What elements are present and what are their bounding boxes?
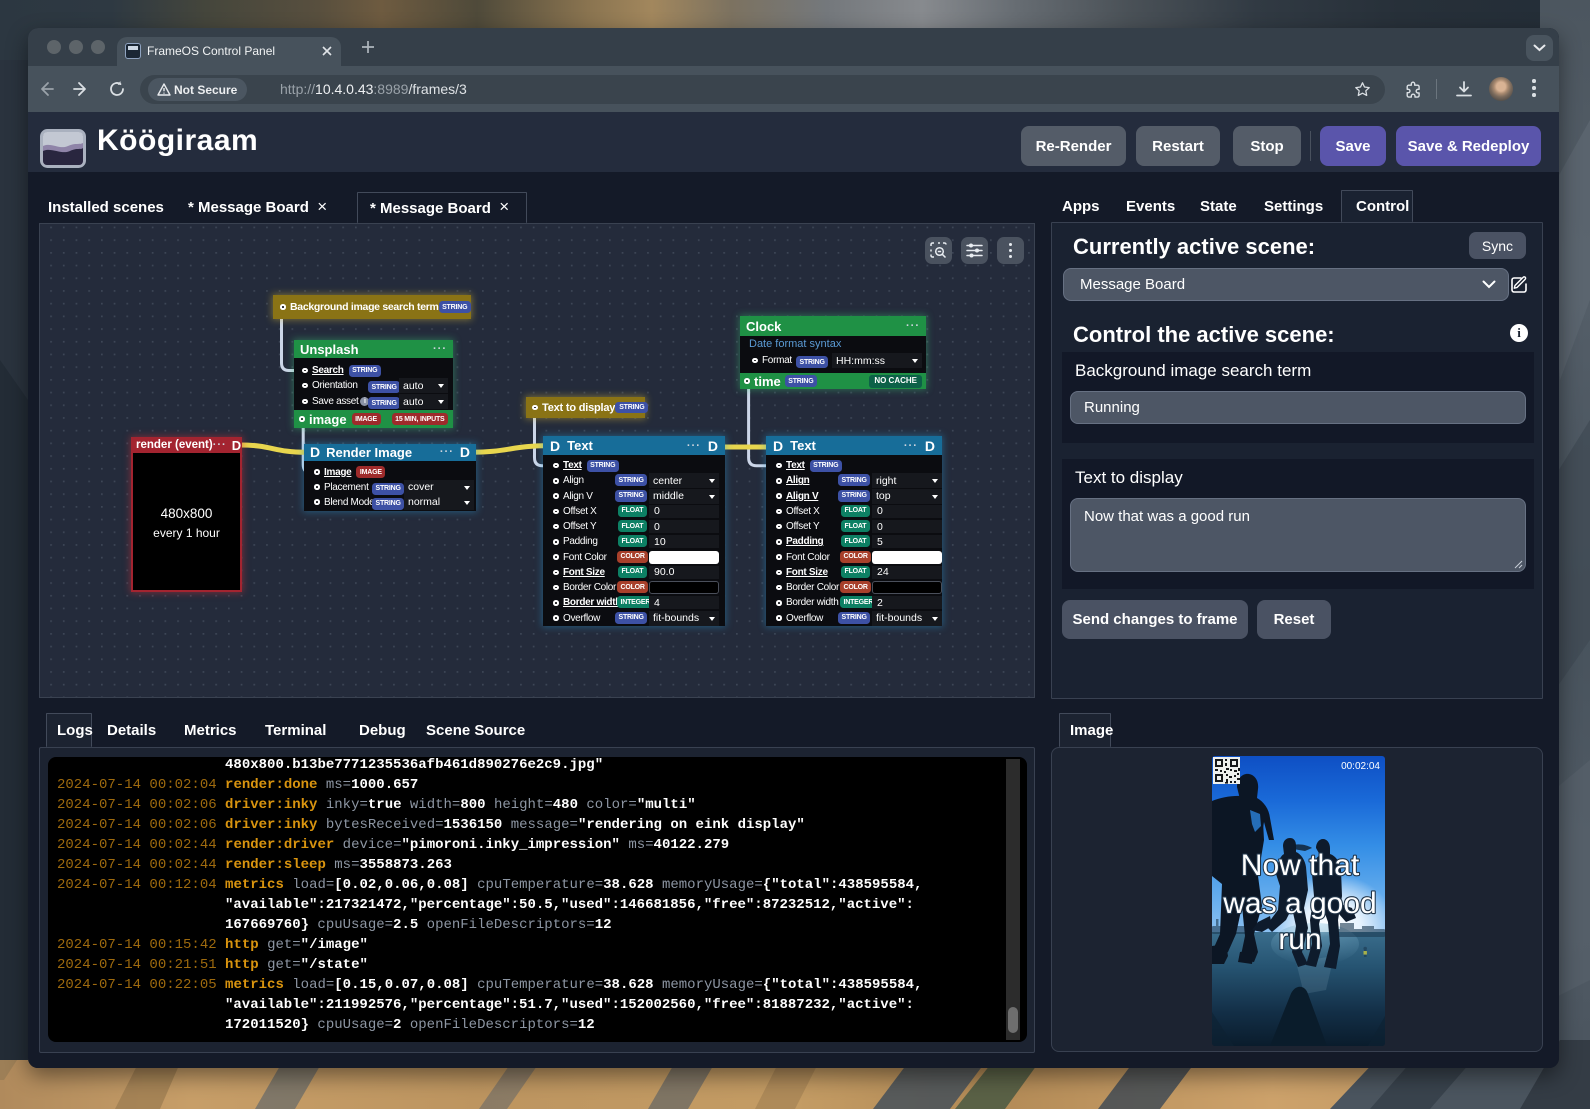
svg-text:00:02:04: 00:02:04	[1341, 761, 1380, 772]
svg-text:run: run	[1278, 923, 1321, 956]
svg-text:was a good: was a good	[1222, 887, 1376, 920]
svg-text:Now that: Now that	[1241, 849, 1360, 882]
